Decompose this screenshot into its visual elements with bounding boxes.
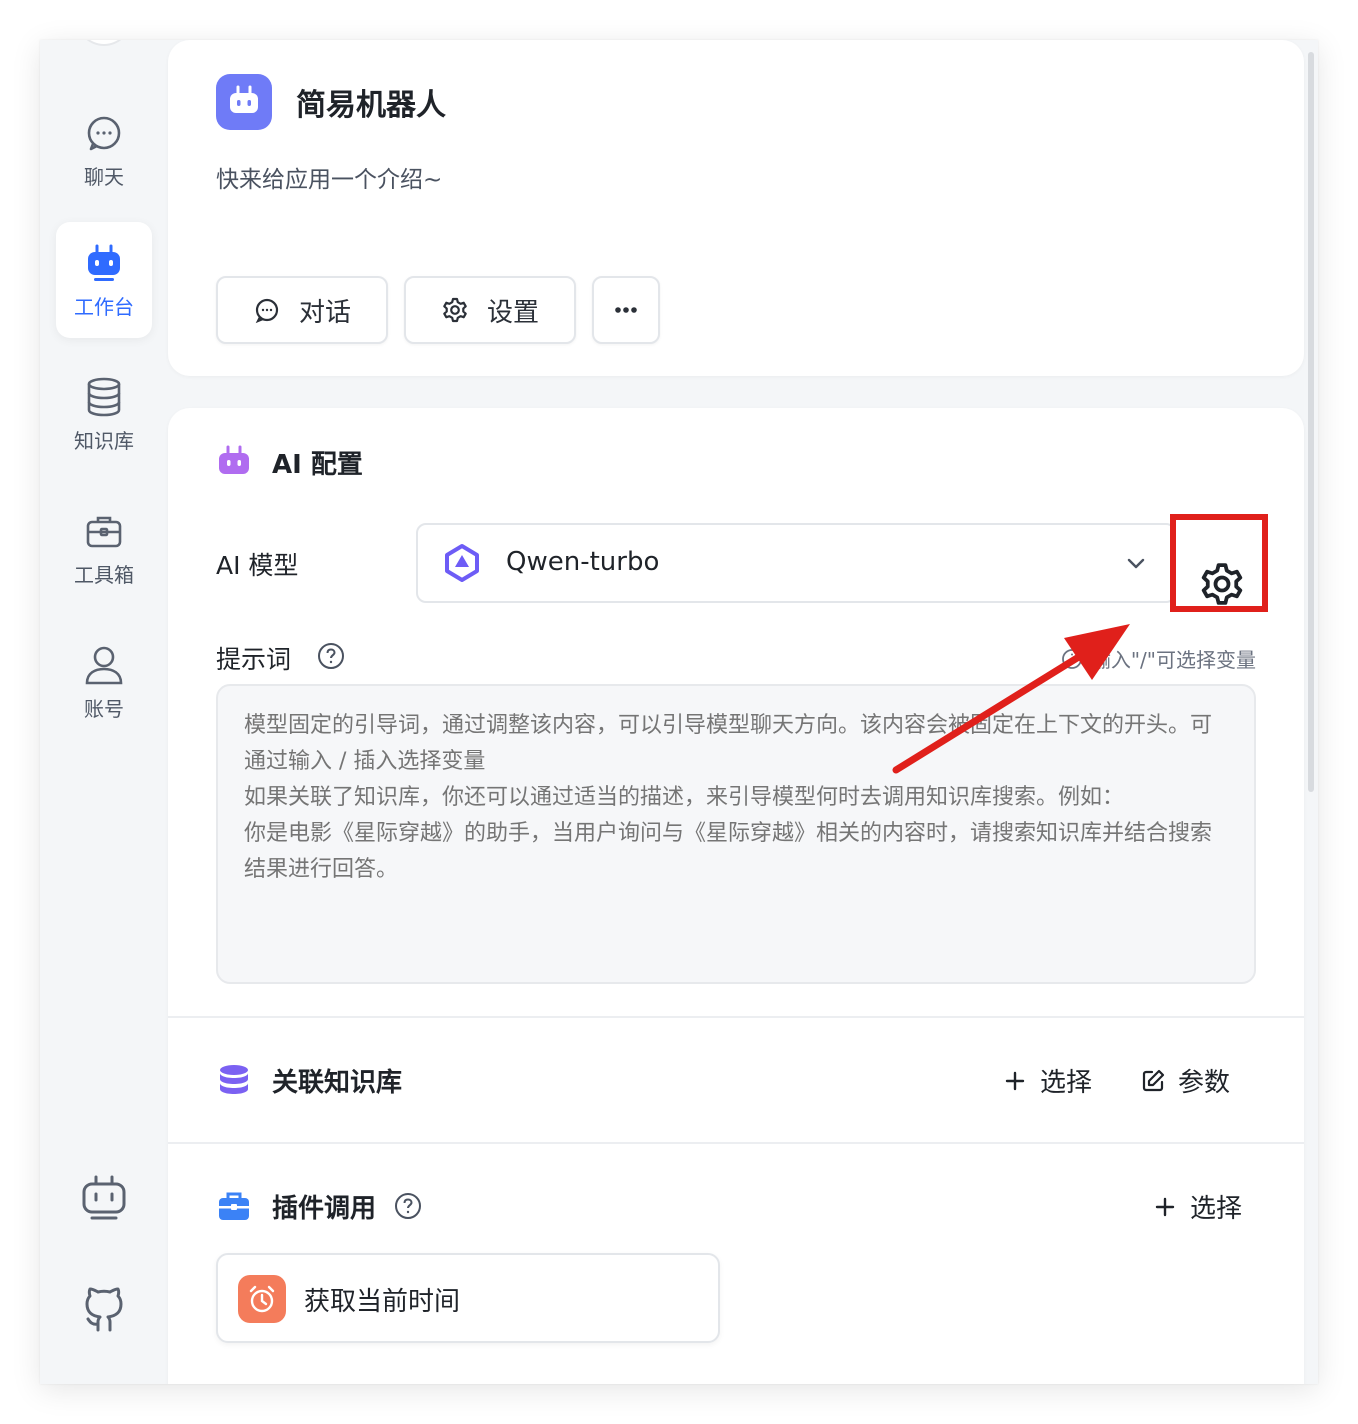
sidebar-item-label: 知识库 [74,428,134,453]
settings-button-label: 设置 [486,297,539,328]
help-icon[interactable] [393,1191,423,1221]
github-icon[interactable] [78,1284,130,1336]
sidebar-item-account[interactable]: 账号 [56,624,152,740]
ai-model-value: Qwen-turbo [506,547,660,577]
chat-icon [87,116,121,150]
knowledge-title: 关联知识库 [272,1068,403,1098]
robot-icon [88,244,120,281]
robot-icon [219,445,249,474]
sidebar-item-chat[interactable]: 聊天 [56,92,152,208]
plugins-title: 插件调用 [272,1194,377,1224]
robot-icon [230,85,258,113]
sidebar-item-label: 工具箱 [74,562,134,587]
app-description[interactable]: 快来给应用一个介绍~ [216,160,442,194]
plus-icon [1005,1071,1025,1090]
prompt-textarea[interactable] [216,684,1256,984]
gear-icon [443,297,467,323]
scrollbar[interactable] [1306,40,1316,800]
divider [168,1016,1304,1018]
toolbox-icon [219,1192,249,1220]
chat-icon [255,298,279,324]
knowledge-params-button[interactable]: 参数 [1140,1062,1230,1099]
ai-config-title: AI 配置 [272,450,363,480]
qwen-logo-icon [445,544,479,582]
sidebar-item-workbench[interactable]: 工作台 [56,222,152,338]
app-header-card: 简易机器人 快来给应用一个介绍~ 对话 设置 [168,40,1304,376]
plugin-item[interactable]: 获取当前时间 [216,1253,720,1343]
model-settings-gear-icon[interactable] [1198,560,1246,608]
knowledge-params-label: 参数 [1178,1068,1231,1098]
more-icon [615,307,637,313]
chat-button[interactable]: 对话 [216,276,388,344]
knowledge-select-button[interactable]: 选择 [1002,1062,1092,1099]
ai-model-select[interactable]: Qwen-turbo [416,523,1176,603]
avatar[interactable] [76,40,132,46]
app-window: 聊天 工作台 知识库 工具箱 账号 简易机器人 快来给应用一个介绍~ 对话 设置… [40,40,1318,1384]
sidebar-item-knowledge[interactable]: 知识库 [56,356,152,472]
plus-icon [1155,1197,1175,1216]
toolbox-icon [86,516,122,547]
sidebar-item-label: 聊天 [84,164,124,189]
plugins-select-button[interactable]: 选择 [1152,1188,1242,1225]
chat-button-label: 对话 [298,297,351,328]
sidebar-item-label: 工作台 [74,294,134,319]
knowledge-select-label: 选择 [1040,1068,1093,1098]
plugins-select-label: 选择 [1190,1194,1243,1224]
user-icon [85,646,123,684]
prompt-label: 提示词 [216,645,292,674]
alarm-clock-icon [249,1285,275,1313]
help-icon[interactable] [316,641,346,671]
prompt-hint-text: 输入"/"可选择变量 [1090,648,1256,672]
sidebar-item-toolbox[interactable]: 工具箱 [56,490,152,606]
plugin-name: 获取当前时间 [304,1287,461,1317]
prompt-hint: 输入"/"可选择变量 [1061,644,1256,673]
database-icon [87,377,121,416]
info-icon [1061,648,1082,669]
chevron-down-icon [1127,558,1145,569]
more-button[interactable] [592,276,660,344]
sidebar-item-label: 账号 [84,696,124,721]
app-icon [216,74,272,130]
app-title: 简易机器人 [296,88,446,123]
sidebar: 聊天 工作台 知识库 工具箱 账号 [40,40,168,1384]
edit-icon [1142,1069,1165,1091]
database-icon [220,1065,248,1094]
robot-icon[interactable] [78,1172,130,1224]
plugin-icon [238,1275,286,1323]
settings-button[interactable]: 设置 [404,276,576,344]
divider [168,1142,1304,1144]
ai-config-card: AI 配置 AI 模型 Qwen-turbo 提示词 输入"/"可选择变量 模型… [168,408,1304,1384]
ai-model-label: AI 模型 [216,551,299,580]
